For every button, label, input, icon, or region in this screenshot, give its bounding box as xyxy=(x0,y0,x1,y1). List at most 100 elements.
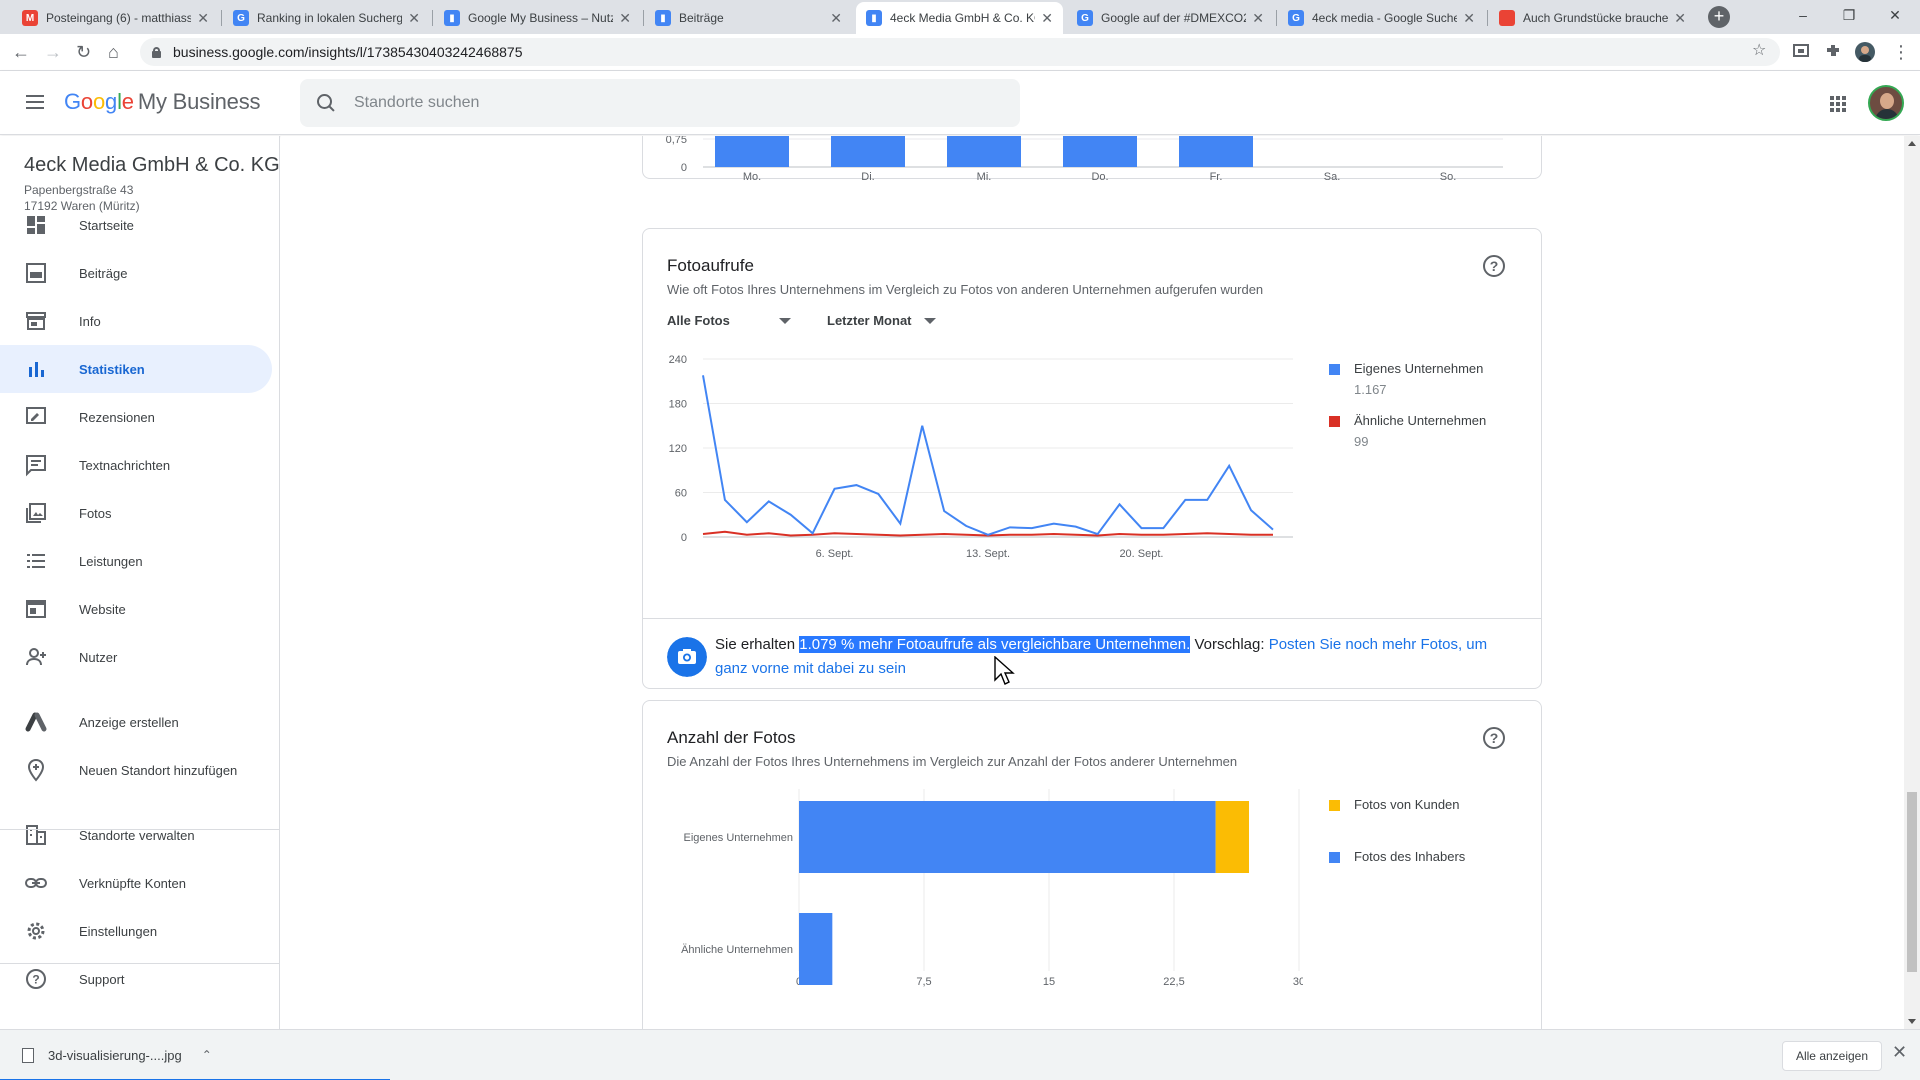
show-all-downloads-button[interactable]: Alle anzeigen xyxy=(1782,1041,1882,1071)
series-line-own xyxy=(702,375,1274,536)
browser-tab[interactable]: ▮ Beiträge ✕ xyxy=(645,2,852,34)
sidebar-item-textnachrichten[interactable]: Textnachrichten xyxy=(0,441,272,489)
google-icon: G xyxy=(233,10,249,26)
photos-icon xyxy=(24,501,48,525)
sidebar-item-info[interactable]: Info xyxy=(0,297,272,345)
browser-tab[interactable]: ▮ Google My Business – Nutzer ✕ xyxy=(434,2,641,34)
gmb-icon: ▮ xyxy=(866,10,882,26)
tab-close-icon[interactable]: ✕ xyxy=(1674,10,1686,27)
photo-count-bar-chart: 07,51522,530Eigenes UnternehmenÄhnliche … xyxy=(681,789,1303,988)
sidebar-item-leistungen[interactable]: Leistungen xyxy=(0,537,272,585)
tab-title: Beiträge xyxy=(679,11,724,25)
close-window-button[interactable]: ✕ xyxy=(1872,0,1918,30)
weekday-bar-chart: 0,75 0 Mo. Di. Mi. Do. Fr. Sa. So. xyxy=(666,136,1503,180)
browser-tab[interactable]: G 4eck media - Google Suche ✕ xyxy=(1278,2,1485,34)
restore-button[interactable]: ❐ xyxy=(1826,0,1872,30)
sidebar-item-label: Website xyxy=(79,601,126,617)
chevron-up-icon[interactable]: ⌃ xyxy=(202,1048,212,1062)
chevron-down-icon xyxy=(923,317,936,324)
card-title: Anzahl der Fotos xyxy=(667,728,796,747)
tab-title: Ranking in lokalen Suchergebnissen xyxy=(257,11,403,25)
profile-avatar-icon[interactable] xyxy=(1855,42,1875,62)
site-icon xyxy=(1499,10,1515,26)
location-search[interactable] xyxy=(300,79,1020,127)
period-filter-dropdown[interactable]: Letzter Monat xyxy=(827,313,936,328)
legend-swatch-blue xyxy=(1329,364,1340,375)
reload-icon[interactable]: ↻ xyxy=(76,42,91,63)
sidebar-item-label: Nutzer xyxy=(79,649,118,665)
tab-close-icon[interactable]: ✕ xyxy=(1252,10,1264,27)
browser-tab[interactable]: G Ranking in lokalen Suchergebnissen ✕ xyxy=(223,2,430,34)
tab-close-icon[interactable]: ✕ xyxy=(408,10,420,27)
sidebar-item-einstellungen[interactable]: Einstellungen xyxy=(0,907,272,955)
google-icon: G xyxy=(1077,10,1093,26)
scrollbar-thumb[interactable] xyxy=(1907,792,1917,972)
browser-tab[interactable]: G Google auf der #DMEXCO2 ✕ xyxy=(1067,2,1274,34)
home-icon[interactable]: ⌂ xyxy=(108,42,119,63)
tab-separator xyxy=(221,10,222,26)
account-avatar[interactable] xyxy=(1868,85,1904,121)
legend-swatch-blue xyxy=(1329,852,1340,863)
x-tick-label: So. xyxy=(1440,171,1457,180)
location-search-input[interactable] xyxy=(354,94,954,112)
tab-close-icon[interactable]: ✕ xyxy=(1041,10,1053,27)
back-arrow-icon[interactable]: ← xyxy=(12,42,30,63)
mouse-cursor-icon xyxy=(994,656,1015,685)
sidebar-item-label: Rezensionen xyxy=(79,409,155,425)
weekday-activity-card: 0,75 0 Mo. Di. Mi. Do. Fr. Sa. So. xyxy=(642,136,1542,180)
sidebar-item-label: Verknüpfte Konten xyxy=(79,875,186,891)
sidebar-item-fotos[interactable]: Fotos xyxy=(0,489,272,537)
scroll-down-arrow-icon[interactable] xyxy=(1908,1019,1916,1024)
cast-icon[interactable] xyxy=(1792,42,1810,60)
page-scrollbar[interactable] xyxy=(1904,136,1920,1029)
file-icon xyxy=(22,1047,34,1063)
browser-tab[interactable]: ▮ 4eck Media GmbH & Co. KG ✕ xyxy=(856,2,1063,34)
card-subtitle: Wie oft Fotos Ihres Unternehmens im Verg… xyxy=(667,282,1264,297)
download-item[interactable]: 3d-visualisierung-....jpg ⌃ xyxy=(12,1036,392,1074)
sidebar-item-verknüpfte-konten[interactable]: Verknüpfte Konten xyxy=(0,859,272,907)
tab-close-icon[interactable]: ✕ xyxy=(830,10,842,27)
forward-arrow-icon[interactable]: → xyxy=(44,42,62,63)
photo-count-card: Anzahl der Fotos Die Anzahl der Fotos Ih… xyxy=(642,700,1542,1029)
lock-icon xyxy=(152,46,161,58)
photo-filter-dropdown[interactable]: Alle Fotos xyxy=(667,313,791,328)
google-icon: G xyxy=(1288,10,1304,26)
y-tick-label: 0,75 xyxy=(666,136,687,146)
x-tick-label: Mo. xyxy=(743,171,761,180)
minimize-button[interactable]: – xyxy=(1780,0,1826,30)
new-tab-button[interactable]: + xyxy=(1708,6,1730,28)
apps-grid-icon[interactable] xyxy=(1830,96,1846,112)
category-label: Ähnliche Unternehmen xyxy=(681,944,793,956)
tab-close-icon[interactable]: ✕ xyxy=(197,10,209,27)
sidebar-item-statistiken[interactable]: Statistiken xyxy=(0,345,272,393)
tab-close-icon[interactable]: ✕ xyxy=(619,10,631,27)
extensions-puzzle-icon[interactable] xyxy=(1824,42,1842,60)
google-my-business-logo[interactable]: Google My Business xyxy=(64,89,261,115)
help-icon[interactable]: ? xyxy=(1483,255,1505,277)
sidebar-item-neuen-standort-hinzufügen[interactable]: Neuen Standort hinzufügen xyxy=(0,746,272,794)
weekday-bar xyxy=(831,136,905,167)
sidebar-item-website[interactable]: Website xyxy=(0,585,272,633)
browser-tab[interactable]: M Posteingang (6) - matthiass ✕ xyxy=(12,2,219,34)
scroll-up-arrow-icon[interactable] xyxy=(1908,141,1916,146)
browser-tab[interactable]: Auch Grundstücke brauchen ✕ xyxy=(1489,2,1696,34)
kebab-menu-icon[interactable]: ⋮ xyxy=(1892,42,1910,63)
sidebar-item-rezensionen[interactable]: Rezensionen xyxy=(0,393,272,441)
close-icon[interactable]: ✕ xyxy=(1892,1042,1907,1063)
x-tick-label: 15 xyxy=(1043,976,1055,988)
sidebar-item-standorte-verwalten[interactable]: Standorte verwalten xyxy=(0,811,272,859)
sidebar-item-beiträge[interactable]: Beiträge xyxy=(0,249,272,297)
hamburger-menu-icon[interactable] xyxy=(26,95,44,109)
dashboard-icon xyxy=(24,213,48,237)
sidebar-item-startseite[interactable]: Startseite xyxy=(0,201,272,249)
help-icon[interactable]: ? xyxy=(1483,727,1505,749)
sidebar-item-nutzer[interactable]: Nutzer xyxy=(0,633,272,681)
app-header: Google My Business xyxy=(0,71,1920,135)
bookmark-star-icon[interactable]: ☆ xyxy=(1752,40,1766,60)
browser-tab-strip: M Posteingang (6) - matthiass ✕ G Ranking in… xyxy=(0,0,1920,34)
tab-title: 4eck Media GmbH & Co. KG xyxy=(890,11,1036,25)
address-bar[interactable]: business.google.com/insights/l/173854304… xyxy=(140,38,1780,66)
sidebar-item-anzeige-erstellen[interactable]: Anzeige erstellen xyxy=(0,698,272,746)
svg-text:?: ? xyxy=(32,973,39,987)
tab-close-icon[interactable]: ✕ xyxy=(1463,10,1475,27)
